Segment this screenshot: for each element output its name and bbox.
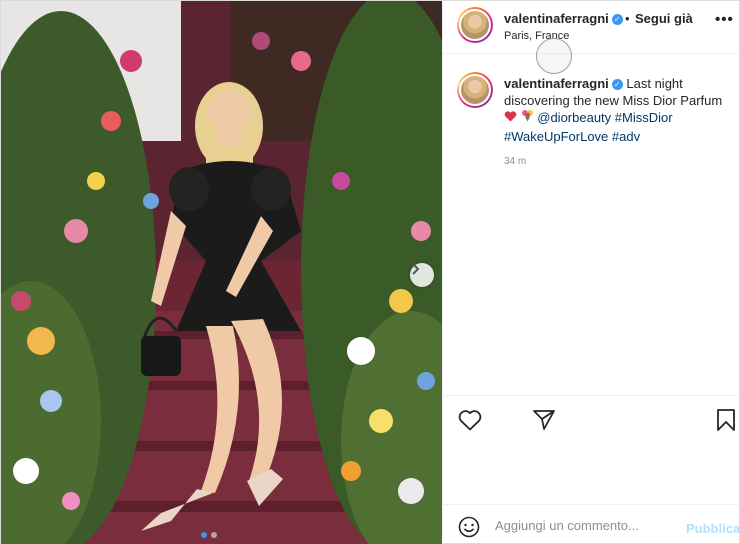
paper-plane-icon[interactable] bbox=[532, 409, 556, 436]
chevron-right-icon bbox=[412, 263, 420, 275]
hashtag-link[interactable]: #adv bbox=[612, 129, 640, 144]
caption-timestamp[interactable]: 34 m bbox=[504, 156, 526, 167]
verified-badge-icon: ✓ bbox=[611, 79, 623, 90]
comment-input[interactable] bbox=[495, 514, 675, 536]
bookmark-icon[interactable] bbox=[716, 409, 736, 436]
carousel-indicator bbox=[201, 532, 217, 538]
cursor-highlight bbox=[536, 38, 572, 74]
post-side-panel: valentinaferragni ✓ • Segui già Paris, Fr… bbox=[442, 1, 740, 544]
instagram-post: valentinaferragni ✓ • Segui già Paris, Fr… bbox=[0, 0, 740, 544]
more-options-icon[interactable]: ••• bbox=[715, 11, 734, 28]
verified-badge-icon: ✓ bbox=[611, 14, 623, 25]
publish-button[interactable]: Pubblica bbox=[686, 521, 740, 536]
carousel-dot bbox=[201, 532, 207, 538]
following-button[interactable]: Segui già bbox=[635, 11, 693, 26]
bouquet-emoji-icon bbox=[521, 109, 534, 128]
hashtag-link[interactable]: #WakeUpForLove bbox=[504, 129, 608, 144]
author-username-container[interactable]: valentinaferragni ✓ bbox=[504, 11, 623, 26]
smiley-icon[interactable] bbox=[458, 516, 480, 543]
hashtag-link[interactable]: #MissDior bbox=[615, 110, 673, 125]
caption-username[interactable]: valentinaferragni bbox=[504, 76, 609, 91]
caption-text: valentinaferragni ✓ Last night discoverin… bbox=[504, 75, 724, 145]
heart-icon[interactable] bbox=[458, 409, 482, 436]
caption-avatar[interactable] bbox=[457, 72, 493, 108]
heart-emoji-icon bbox=[504, 111, 517, 128]
mention-link[interactable]: @diorbeauty bbox=[537, 110, 611, 125]
author-username[interactable]: valentinaferragni bbox=[504, 11, 609, 26]
author-avatar[interactable] bbox=[457, 7, 493, 43]
carousel-dot bbox=[211, 532, 217, 538]
post-actions bbox=[443, 395, 740, 445]
comment-bar: Pubblica bbox=[443, 504, 740, 544]
caption-line-2: discovering the new Miss Dior Parfum bbox=[504, 93, 723, 108]
next-slide-button[interactable] bbox=[410, 263, 434, 287]
post-photo[interactable] bbox=[1, 1, 442, 544]
post-header: valentinaferragni ✓ • Segui già Paris, Fr… bbox=[443, 1, 740, 74]
photo-illustration bbox=[1, 1, 442, 544]
caption-line-1: Last night bbox=[626, 76, 683, 91]
header-separator: • bbox=[625, 11, 630, 26]
